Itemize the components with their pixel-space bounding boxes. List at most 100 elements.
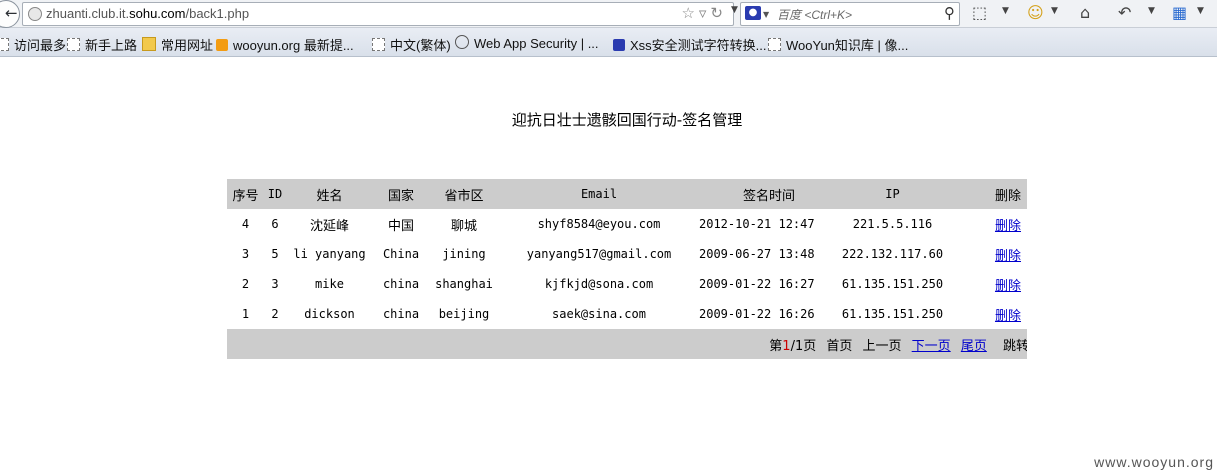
last-page-link[interactable]: 尾页 bbox=[961, 339, 987, 354]
screenshot-icon[interactable]: ⬚ bbox=[972, 3, 987, 22]
search-bar[interactable]: ● ▼ 百度 <Ctrl+K> ⚲ bbox=[740, 2, 960, 26]
watermark: www.wooyun.org bbox=[1094, 454, 1214, 470]
menu-grid-icon[interactable]: ▦ bbox=[1172, 3, 1187, 22]
cell-city: beijing bbox=[438, 307, 490, 321]
bookmark-item[interactable]: 常用网址 bbox=[142, 35, 213, 54]
bookmark-item[interactable]: 新手上路 bbox=[67, 35, 137, 54]
cell-id: 3 bbox=[271, 277, 279, 291]
cell-country: China bbox=[382, 247, 420, 261]
cell-city: shanghai bbox=[435, 277, 493, 291]
back-arrow-icon: ← bbox=[5, 4, 18, 22]
page-icon bbox=[768, 38, 781, 51]
cell-ip: 221.5.5.116 bbox=[852, 217, 933, 231]
table-row: 1 2 dickson china beijing saek@sina.com … bbox=[227, 299, 1027, 329]
url-text: zhuanti.club.it.sohu.com/back1.php bbox=[46, 6, 250, 21]
cell-time: 2012-10-21 12:47 bbox=[699, 217, 815, 231]
pagination: 第1/1页 首页 上一页 下一页 尾页 跳转 bbox=[227, 329, 1027, 359]
search-input[interactable]: 百度 <Ctrl+K> bbox=[777, 6, 852, 23]
cell-email: kjfkjd@sona.com bbox=[544, 277, 654, 291]
first-page-text: 首页 bbox=[826, 338, 853, 354]
search-engine-dropdown-icon[interactable]: ▼ bbox=[763, 10, 769, 19]
delete-link[interactable]: 删除 bbox=[995, 249, 1021, 264]
folder-icon bbox=[142, 37, 156, 51]
reload-icon[interactable]: ↻ bbox=[710, 4, 727, 22]
pagination-row: 第1/1页 首页 上一页 下一页 尾页 跳转 bbox=[227, 329, 1027, 359]
cell-email: yanyang517@gmail.com bbox=[526, 247, 672, 261]
header-email: Email bbox=[580, 187, 618, 201]
delete-link[interactable]: 删除 bbox=[995, 279, 1021, 294]
cell-name: dickson bbox=[304, 307, 355, 321]
rss-icon bbox=[216, 39, 228, 51]
cell-country: china bbox=[382, 307, 420, 321]
page-title: 迎抗日壮士遗骸回国行动-签名管理 bbox=[511, 111, 743, 129]
cell-ip: 61.135.151.250 bbox=[841, 307, 944, 321]
delete-link[interactable]: 删除 bbox=[995, 219, 1021, 234]
menu-dropdown-icon[interactable]: ▼ bbox=[1197, 6, 1204, 16]
cell-email: saek@sina.com bbox=[552, 307, 646, 321]
cell-seq: 2 bbox=[241, 277, 250, 291]
cell-name: mike bbox=[315, 277, 344, 291]
table-header-row: 序号 ID 姓名 国家 省市区 Email 签名时间 IP 删除 bbox=[227, 179, 1027, 209]
paw-icon bbox=[613, 39, 625, 51]
signature-table-container: 序号 ID 姓名 国家 省市区 Email 签名时间 IP 删除 4 6 沈延峰… bbox=[227, 179, 1027, 359]
cell-city: jining bbox=[442, 247, 486, 261]
bookmark-item[interactable]: WooYun知识库 | 像... bbox=[768, 35, 908, 54]
header-time: 签名时间 bbox=[742, 188, 795, 204]
cell-country: china bbox=[382, 277, 420, 291]
bookmark-item[interactable]: Web App Security | ... bbox=[455, 35, 599, 51]
cell-id: 6 bbox=[271, 217, 279, 231]
cell-ip: 222.132.117.60 bbox=[841, 247, 944, 261]
table-row: 3 5 li yanyang China jining yanyang517@g… bbox=[227, 239, 1027, 269]
undo-icon[interactable]: ↶ bbox=[1118, 3, 1131, 22]
page-icon bbox=[0, 38, 9, 51]
cell-id: 5 bbox=[271, 247, 279, 261]
header-ip: IP bbox=[885, 187, 900, 201]
header-name: 姓名 bbox=[316, 188, 343, 204]
header-seq: 序号 bbox=[232, 188, 259, 204]
bookmark-star-icon[interactable]: ☆ bbox=[681, 4, 698, 22]
page-indicator: 第1/1页 bbox=[769, 338, 817, 354]
screenshot-dropdown-icon[interactable]: ▼ bbox=[1002, 6, 1009, 16]
cell-name: 沈延峰 bbox=[309, 218, 349, 234]
cell-ip: 61.135.151.250 bbox=[841, 277, 944, 291]
table-row: 2 3 mike china shanghai kjfkjd@sona.com … bbox=[227, 269, 1027, 299]
undo-dropdown-icon[interactable]: ▼ bbox=[1148, 6, 1155, 16]
signature-table: 序号 ID 姓名 国家 省市区 Email 签名时间 IP 删除 4 6 沈延峰… bbox=[227, 179, 1027, 359]
bookmark-item[interactable]: Xss安全测试字符转换... bbox=[613, 35, 767, 54]
bookmark-item[interactable]: wooyun.org 最新提... bbox=[216, 35, 354, 54]
cell-time: 2009-06-27 13:48 bbox=[699, 247, 815, 261]
cell-seq: 1 bbox=[241, 307, 250, 321]
back-button[interactable]: ← bbox=[0, 0, 20, 28]
header-city: 省市区 bbox=[444, 188, 484, 204]
home-icon[interactable]: ⌂ bbox=[1080, 3, 1090, 22]
header-id: ID bbox=[267, 187, 283, 201]
next-page-link[interactable]: 下一页 bbox=[912, 339, 951, 354]
globe-icon bbox=[28, 7, 42, 21]
url-history-dropdown-icon[interactable]: ▼ bbox=[731, 5, 738, 15]
jump-label: 跳转 bbox=[1002, 338, 1027, 354]
bookmark-item[interactable]: 访问最多 bbox=[0, 35, 66, 54]
delete-link[interactable]: 删除 bbox=[995, 309, 1021, 324]
dropdown-icon[interactable]: ▿ bbox=[699, 4, 711, 22]
smiley-dropdown-icon[interactable]: ▼ bbox=[1051, 6, 1058, 16]
url-bar[interactable]: zhuanti.club.it.sohu.com/back1.php ☆▿↻ bbox=[22, 2, 734, 26]
site-icon bbox=[455, 35, 469, 49]
smiley-icon[interactable]: ☺ bbox=[1027, 3, 1044, 22]
header-country: 国家 bbox=[387, 188, 414, 204]
search-icon[interactable]: ⚲ bbox=[944, 4, 955, 22]
url-tools: ☆▿↻ bbox=[681, 4, 727, 22]
cell-email: shyf8584@eyou.com bbox=[537, 217, 661, 231]
header-delete: 删除 bbox=[994, 188, 1021, 204]
browser-toolbar: ← zhuanti.club.it.sohu.com/back1.php ☆▿↻… bbox=[0, 0, 1217, 28]
cell-city: 聊城 bbox=[450, 218, 477, 234]
cell-seq: 4 bbox=[241, 217, 250, 231]
cell-name: li yanyang bbox=[293, 247, 366, 261]
cell-seq: 3 bbox=[241, 247, 250, 261]
table-row: 4 6 沈延峰 中国 聊城 shyf8584@eyou.com 2012-10-… bbox=[227, 209, 1027, 239]
page-icon bbox=[67, 38, 80, 51]
bookmark-item[interactable]: 中文(繁体) bbox=[372, 35, 451, 54]
prev-page-text: 上一页 bbox=[862, 338, 902, 354]
baidu-icon: ● bbox=[745, 6, 761, 20]
page-icon bbox=[372, 38, 385, 51]
cell-time: 2009-01-22 16:27 bbox=[699, 277, 815, 291]
